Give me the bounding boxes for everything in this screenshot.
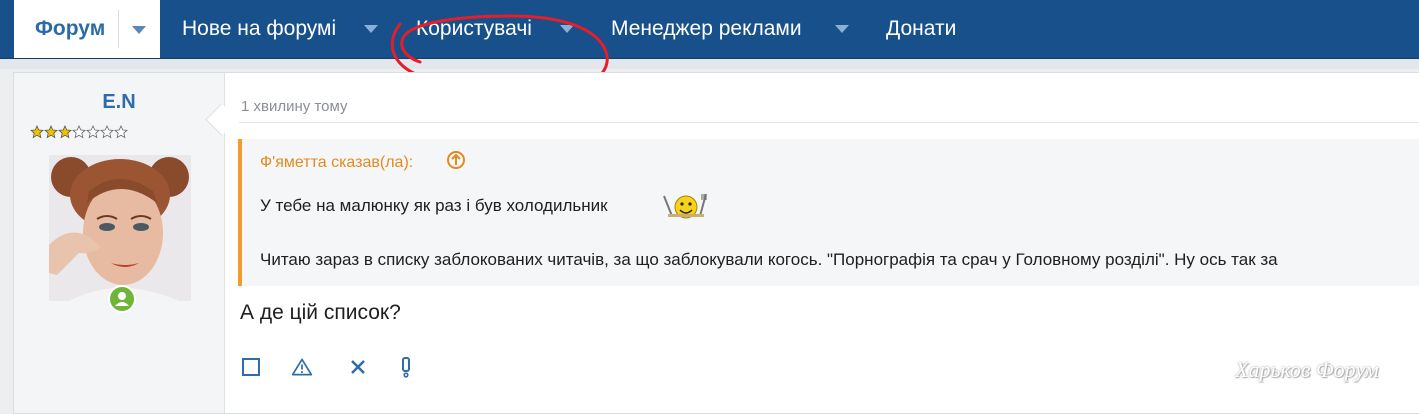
star-filled-icon <box>30 125 44 139</box>
divider <box>239 122 1419 123</box>
rating-stars <box>30 125 128 141</box>
post-message: А де цій список? <box>240 301 401 324</box>
exclamation-icon[interactable] <box>395 356 417 378</box>
nav-item-forum-label: Форум <box>35 17 106 40</box>
star-empty-icon <box>100 125 114 139</box>
nav-item-ad-manager-label: Менеджер реклами <box>611 17 802 40</box>
star-empty-icon <box>86 125 100 139</box>
nav-divider <box>118 10 119 48</box>
online-status-icon <box>108 285 136 313</box>
chevron-down-icon[interactable] <box>560 25 574 33</box>
star-filled-icon <box>58 125 72 139</box>
forum-post: E.N 1 хвилину тому Ф'яметта сказав(ла): … <box>13 72 1419 414</box>
nav-item-donate[interactable]: Донати <box>886 0 956 58</box>
watermark: Харьков Форум <box>1235 357 1379 382</box>
nav-item-donate-label: Донати <box>886 17 957 40</box>
star-empty-icon <box>72 125 86 139</box>
chevron-down-icon[interactable] <box>835 25 849 33</box>
nav-item-members-label: Користувачі <box>416 17 532 40</box>
chevron-down-icon[interactable] <box>364 25 378 33</box>
post-user-panel: E.N <box>14 73 225 413</box>
warning-icon[interactable] <box>291 356 313 378</box>
nav-item-whats-new[interactable]: Нове на форумі <box>182 0 336 58</box>
arrow-up-circle-icon[interactable] <box>447 151 465 169</box>
checkbox-icon[interactable] <box>240 356 262 378</box>
nav-item-ad-manager[interactable]: Менеджер реклами <box>611 0 802 58</box>
star-empty-icon <box>114 125 128 139</box>
avatar[interactable] <box>49 155 191 301</box>
chevron-down-icon[interactable] <box>132 26 146 34</box>
quote-line-2: Читаю зараз в списку заблокованих читачі… <box>260 250 1278 269</box>
nav-item-whats-new-label: Нове на форумі <box>182 17 337 40</box>
smiley-eating-icon <box>663 193 707 219</box>
post-timestamp[interactable]: 1 хвилину тому <box>241 98 347 115</box>
nav-item-forum[interactable]: Форум <box>14 0 160 58</box>
close-icon[interactable] <box>347 356 369 378</box>
username[interactable]: E.N <box>14 91 224 114</box>
star-filled-icon <box>44 125 58 139</box>
quote-line-1: У тебе на малюнку як раз і був холодильн… <box>260 196 608 215</box>
quote-author[interactable]: Ф'яметта сказав(ла): <box>260 154 413 172</box>
nav-item-members[interactable]: Користувачі <box>416 0 532 58</box>
quote-block: Ф'яметта сказав(ла): У тебе на малюнку я… <box>238 139 1419 286</box>
sub-navigation-strip <box>0 59 1419 69</box>
top-navigation: Форум Нове на форумі Користувачі Менедже… <box>0 0 1419 59</box>
